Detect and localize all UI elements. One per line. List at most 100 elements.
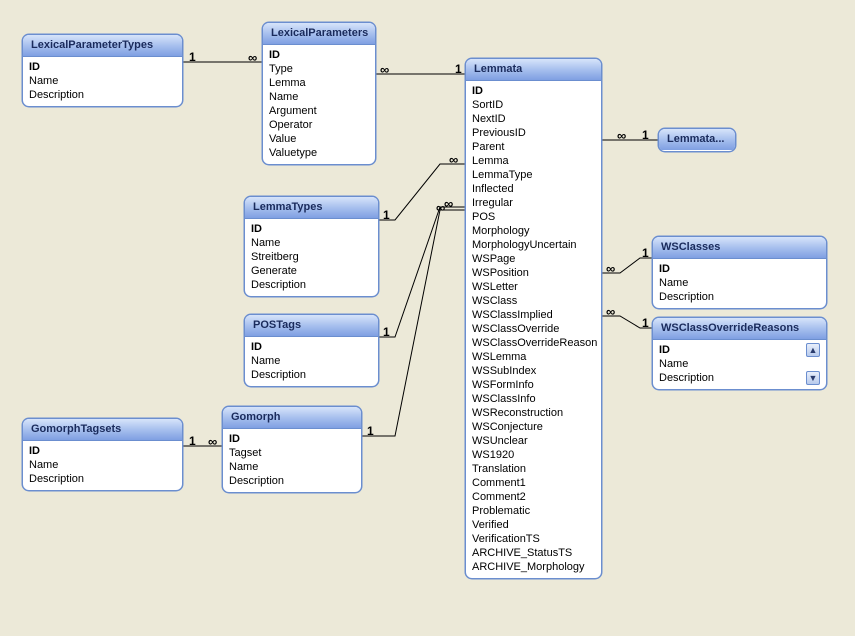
field: ID [269, 48, 369, 62]
field: ARCHIVE_StatusTS [472, 546, 595, 560]
field: WSClass [472, 294, 595, 308]
field: Description [29, 472, 176, 486]
table-postags[interactable]: POSTags ID Name Description [244, 314, 379, 387]
field: Problematic [472, 504, 595, 518]
field: Name [269, 90, 369, 104]
field: Valuetype [269, 146, 369, 160]
card-many: ∞ [444, 196, 453, 211]
table-title[interactable]: WSClassOverrideReasons [653, 318, 826, 340]
field: WSFormInfo [472, 378, 595, 392]
table-lemmatypes[interactable]: LemmaTypes ID Name Streitberg Generate D… [244, 196, 379, 297]
table-fields: ID Type Lemma Name Argument Operator Val… [263, 45, 375, 164]
card-many: ∞ [617, 128, 626, 143]
field: Parent [472, 140, 595, 154]
field: Comment1 [472, 476, 595, 490]
card-one: 1 [642, 316, 649, 330]
field: Description [251, 278, 372, 292]
field: Tagset [229, 446, 355, 460]
field: PreviousID [472, 126, 595, 140]
card-one: 1 [189, 434, 196, 448]
table-fields: ID Name Description [653, 259, 826, 308]
card-one: 1 [455, 62, 462, 76]
field: ID [251, 222, 372, 236]
field: Lemma [472, 154, 595, 168]
field: ID [251, 340, 372, 354]
field: Lemma [269, 76, 369, 90]
card-one: 1 [642, 128, 649, 142]
field: Description [229, 474, 355, 488]
field: WSClassInfo [472, 392, 595, 406]
field: WSConjecture [472, 420, 595, 434]
field: ID [29, 60, 176, 74]
field: Irregular [472, 196, 595, 210]
table-wsclassoverridereasons[interactable]: WSClassOverrideReasons ID▲ Name Descript… [652, 317, 827, 390]
table-fields: ID Name Description [245, 337, 378, 386]
field: POS [472, 210, 595, 224]
card-many: ∞ [606, 304, 615, 319]
table-title[interactable]: LexicalParameters [263, 23, 375, 45]
field: Description [659, 290, 820, 304]
field: Comment2 [472, 490, 595, 504]
field: Operator [269, 118, 369, 132]
table-fields: ID Name Description [23, 441, 182, 490]
card-many: ∞ [380, 62, 389, 77]
field: Inflected [472, 182, 595, 196]
field: WSClassOverride [472, 322, 595, 336]
field: Type [269, 62, 369, 76]
card-many: ∞ [208, 434, 217, 449]
field: ID [29, 444, 176, 458]
field: ID▲ [659, 343, 820, 357]
table-lemmata[interactable]: Lemmata ID SortID NextID PreviousID Pare… [465, 58, 602, 579]
field: WSUnclear [472, 434, 595, 448]
field: Description [251, 368, 372, 382]
field: MorphologyUncertain [472, 238, 595, 252]
field: WS1920 [472, 448, 595, 462]
scroll-up-icon[interactable]: ▲ [806, 343, 820, 357]
table-title[interactable]: POSTags [245, 315, 378, 337]
card-many: ∞ [248, 50, 257, 65]
card-one: 1 [383, 325, 390, 339]
field: WSClassImplied [472, 308, 595, 322]
table-fields: ID Tagset Name Description [223, 429, 361, 492]
field: ARCHIVE_Morphology [472, 560, 595, 574]
field: WSLemma [472, 350, 595, 364]
field: Generate [251, 264, 372, 278]
table-title[interactable]: Gomorph [223, 407, 361, 429]
table-lemmata-ref[interactable]: Lemmata... [658, 128, 736, 152]
field: NextID [472, 112, 595, 126]
card-many: ∞ [436, 200, 445, 215]
table-lexicalparameters[interactable]: LexicalParameters ID Type Lemma Name Arg… [262, 22, 376, 165]
field: Name [229, 460, 355, 474]
field: Name [251, 354, 372, 368]
field: ID [472, 84, 595, 98]
table-lexicalparametertypes[interactable]: LexicalParameterTypes ID Name Descriptio… [22, 34, 183, 107]
table-wsclasses[interactable]: WSClasses ID Name Description [652, 236, 827, 309]
scroll-down-icon[interactable]: ▼ [806, 371, 820, 385]
table-title[interactable]: GomorphTagsets [23, 419, 182, 441]
card-one: 1 [367, 424, 374, 438]
field: SortID [472, 98, 595, 112]
table-title[interactable]: Lemmata... [659, 129, 735, 150]
table-title[interactable]: LemmaTypes [245, 197, 378, 219]
card-one: 1 [383, 208, 390, 222]
field: Translation [472, 462, 595, 476]
field: WSPage [472, 252, 595, 266]
field: Description [29, 88, 176, 102]
field: Name [659, 276, 820, 290]
table-gomorph[interactable]: Gomorph ID Tagset Name Description [222, 406, 362, 493]
field: WSReconstruction [472, 406, 595, 420]
field: LemmaType [472, 168, 595, 182]
table-gomorphtagsets[interactable]: GomorphTagsets ID Name Description [22, 418, 183, 491]
field: Name [659, 357, 820, 371]
table-fields: ID Name Description [23, 57, 182, 106]
field: Value [269, 132, 369, 146]
field: WSPosition [472, 266, 595, 280]
field: VerificationTS [472, 532, 595, 546]
field: Streitberg [251, 250, 372, 264]
field: ID [659, 262, 820, 276]
table-title[interactable]: LexicalParameterTypes [23, 35, 182, 57]
table-title[interactable]: WSClasses [653, 237, 826, 259]
field: Argument [269, 104, 369, 118]
table-fields: ID▲ Name Description▼ [653, 340, 826, 389]
table-title[interactable]: Lemmata [466, 59, 601, 81]
